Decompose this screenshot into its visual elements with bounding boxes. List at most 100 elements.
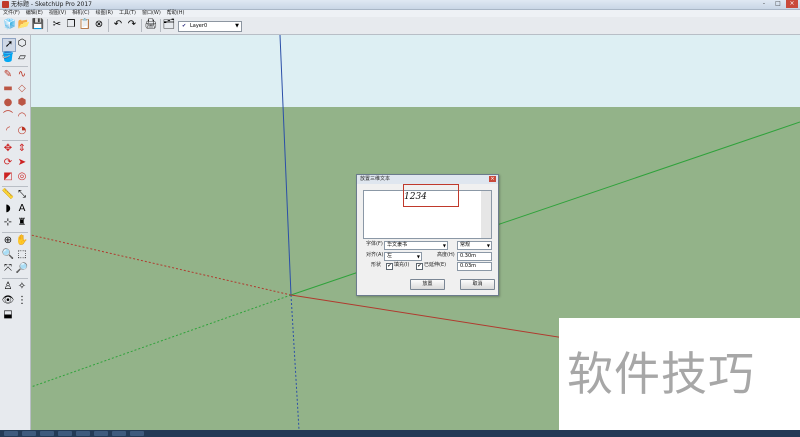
freehand-icon[interactable]: ∿ (16, 69, 28, 81)
axes-icon[interactable]: ⊹ (2, 217, 14, 229)
title-bar: 无标题 - SketchUp Pro 2017 - □ × (0, 0, 800, 10)
getting-started-icon[interactable]: 🧊 (4, 19, 16, 31)
zoom-window-icon[interactable]: ⬚ (16, 249, 28, 261)
open-folder-icon[interactable]: 📂 (18, 19, 30, 31)
dialog-title: 放置三维文本 (360, 176, 391, 182)
taskbar-item[interactable] (40, 431, 54, 436)
extrude-value: 0.03m (460, 263, 477, 269)
3d-text-icon[interactable]: ♜ (16, 217, 28, 229)
taskbar-item[interactable] (76, 431, 90, 436)
style-select[interactable]: 常规 ▼ (457, 241, 492, 250)
move-icon[interactable]: ✥ (2, 143, 14, 155)
offset-icon[interactable]: ◎ (16, 171, 28, 183)
make-component-icon[interactable]: ⬡ (16, 38, 28, 50)
layer-dropdown[interactable]: ✔ Layer0 ▼ (178, 21, 242, 32)
polygon-icon[interactable]: ⬢ (16, 97, 28, 109)
cut-icon[interactable]: ✂ (51, 19, 63, 31)
text-icon[interactable]: A (16, 203, 28, 215)
rotate-icon[interactable]: ⟳ (2, 157, 14, 169)
palette-separator (2, 140, 28, 141)
save-icon[interactable]: 💾 (32, 19, 44, 31)
toolbar-separator (47, 19, 48, 32)
taskbar-item[interactable] (22, 431, 36, 436)
extrude-input[interactable]: 0.03m (457, 262, 492, 271)
pie-icon[interactable]: ◔ (16, 125, 28, 137)
walk-icon[interactable]: ✧ (16, 281, 28, 293)
form-label: 形状 (371, 262, 382, 268)
arc-icon[interactable]: ⌒ (2, 111, 14, 123)
tape-measure-icon[interactable]: 📏 (2, 189, 14, 201)
taskbar-item[interactable] (112, 431, 126, 436)
font-label: 字体(F) (366, 241, 383, 247)
zoom-icon[interactable]: 🔍 (2, 249, 14, 261)
erase-icon[interactable]: ⊗ (93, 19, 105, 31)
align-label: 对齐(A) (366, 252, 384, 258)
menu-view[interactable]: 视图(V) (46, 10, 69, 17)
taskbar-item[interactable] (130, 431, 144, 436)
minimize-button[interactable]: - (758, 0, 770, 8)
menu-tools[interactable]: 工具(T) (116, 10, 139, 17)
dimension-icon[interactable]: ⤡ (16, 189, 28, 201)
two-point-arc-icon[interactable]: ◠ (16, 111, 28, 123)
font-select[interactable]: 华文隶书 ▼ (384, 241, 448, 250)
layer-manager-icon[interactable]: 🗂 (163, 19, 176, 31)
push-pull-icon[interactable]: ⇕ (16, 143, 28, 155)
eraser-icon[interactable]: ▱ (16, 52, 28, 64)
menu-file[interactable]: 文件(F) (0, 10, 23, 17)
palette-separator (2, 232, 28, 233)
paint-bucket-icon[interactable]: 🪣 (2, 52, 14, 64)
menu-draw[interactable]: 绘图(R) (93, 10, 116, 17)
watermark-box: 软件技巧 (559, 318, 800, 430)
redo-icon[interactable]: ↷ (126, 19, 138, 31)
rectangle-icon[interactable]: ▬ (2, 83, 14, 95)
line-pencil-icon[interactable]: ✎ (2, 69, 14, 81)
maximize-button[interactable]: □ (772, 0, 784, 8)
scale-icon[interactable]: ◩ (2, 171, 14, 183)
menu-edit[interactable]: 编辑(E) (23, 10, 46, 17)
protractor-icon[interactable]: ◗ (2, 203, 14, 215)
toolbar-separator (108, 19, 109, 32)
close-button[interactable]: × (786, 0, 798, 8)
section-plane-icon[interactable]: ⬓ (2, 309, 14, 321)
footprints-icon[interactable]: ⋮ (16, 295, 28, 307)
print-icon[interactable]: 🖨 (145, 19, 158, 31)
extruded-checkbox[interactable]: ✔ (416, 263, 423, 270)
taskbar-item[interactable] (58, 431, 72, 436)
select-arrow-icon[interactable]: ➚ (2, 38, 16, 52)
pan-icon[interactable]: ✋ (16, 235, 28, 247)
height-input[interactable]: 0.30m (457, 252, 492, 261)
copy-icon[interactable]: ❐ (65, 19, 77, 31)
dialog-close-button[interactable]: × (489, 176, 496, 182)
menu-camera[interactable]: 相机(C) (69, 10, 92, 17)
chevron-down-icon: ▼ (235, 23, 239, 29)
align-value: 左 (387, 253, 393, 259)
look-around-icon[interactable]: 👁 (2, 295, 15, 307)
paste-icon[interactable]: 📋 (79, 19, 91, 31)
sketchup-app-icon (2, 1, 9, 8)
chevron-down-icon: ▼ (416, 254, 420, 259)
style-value: 常规 (460, 242, 471, 248)
zoom-previous-icon[interactable]: 🔎 (16, 263, 28, 275)
three-point-arc-icon[interactable]: ◜ (2, 125, 14, 137)
cancel-button[interactable]: 取消 (460, 279, 495, 290)
start-button[interactable] (4, 431, 18, 436)
place-button[interactable]: 放置 (410, 279, 445, 290)
font-value: 华文隶书 (387, 242, 408, 248)
height-label: 高度(H) (437, 252, 455, 258)
rotated-rectangle-icon[interactable]: ◇ (16, 83, 28, 95)
taskbar-item[interactable] (94, 431, 108, 436)
chevron-down-icon: ▼ (442, 243, 446, 248)
position-camera-icon[interactable]: ♙ (2, 281, 14, 293)
text-scrollbar[interactable] (481, 190, 492, 239)
taskbar (0, 430, 800, 437)
zoom-extents-icon[interactable]: ⤧ (2, 263, 14, 275)
align-select[interactable]: 左 ▼ (384, 252, 422, 261)
fill-checkbox[interactable]: ✔ (386, 263, 393, 270)
circle-icon[interactable]: ● (2, 97, 14, 109)
window-title: 无标题 - SketchUp Pro 2017 (11, 1, 92, 8)
menu-window[interactable]: 窗口(W) (139, 10, 164, 17)
menu-help[interactable]: 帮助(H) (164, 10, 188, 17)
follow-me-icon[interactable]: ➤ (16, 157, 28, 169)
undo-icon[interactable]: ↶ (112, 19, 124, 31)
orbit-icon[interactable]: ⊕ (2, 235, 14, 247)
